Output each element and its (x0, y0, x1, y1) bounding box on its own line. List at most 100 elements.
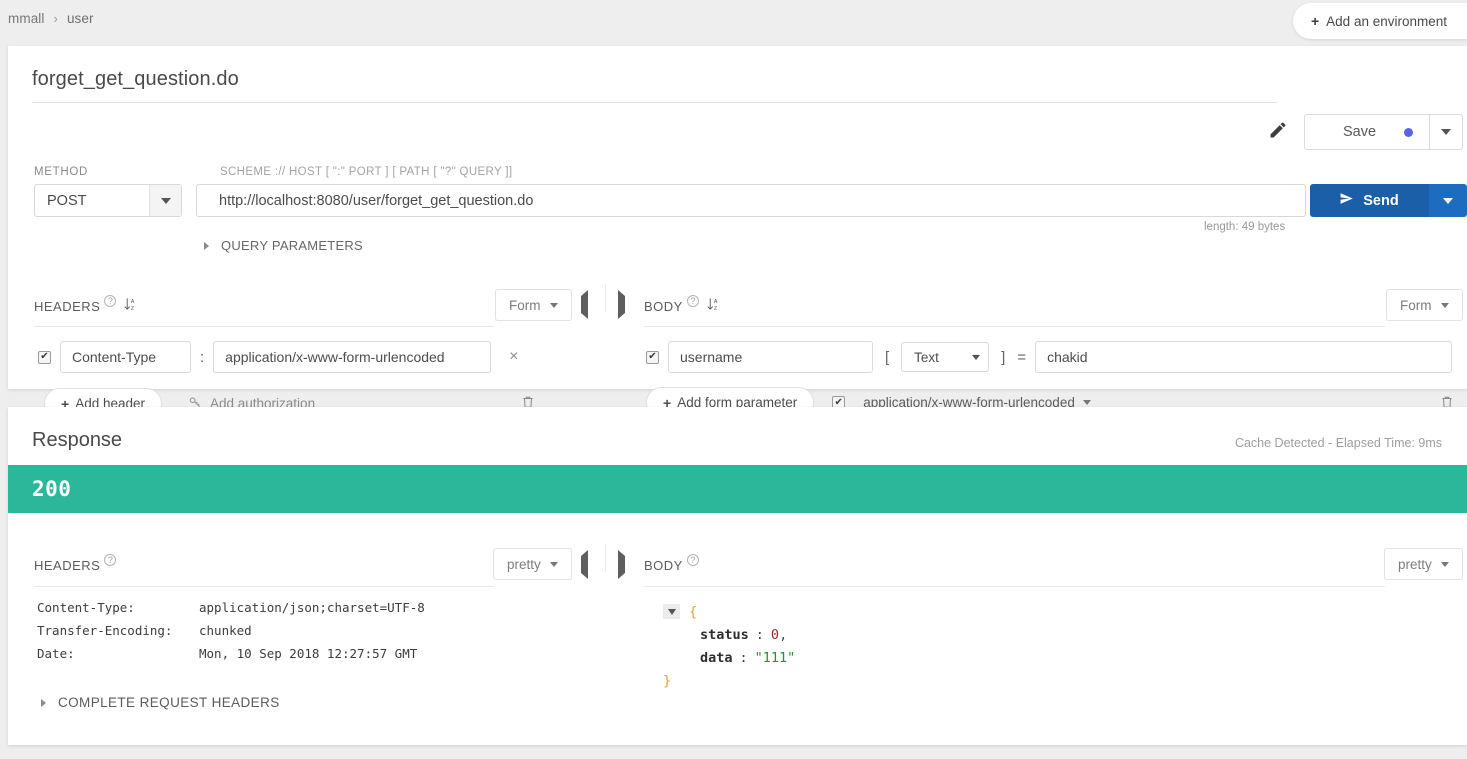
body-param-value-input[interactable]: chakid (1035, 341, 1453, 373)
response-body-mode-value: pretty (1398, 556, 1432, 572)
method-label: METHOD (34, 166, 89, 178)
plus-icon: + (1310, 13, 1320, 29)
response-headers-panel-header: HEADERS ? (34, 544, 117, 586)
chevron-down-icon (549, 561, 558, 567)
response-header-value: application/json;charset=UTF-8 (199, 600, 425, 615)
chevron-down-icon (1443, 197, 1453, 204)
header-enabled-checkbox[interactable]: ✔ (38, 350, 51, 364)
body-parameter-row: ✔ username [ Text ] = chakid × (646, 341, 1467, 373)
url-format-label: SCHEME :// HOST [ ":" PORT ] [ PATH [ "?… (220, 166, 513, 178)
body-param-enabled-checkbox[interactable]: ✔ (646, 350, 659, 364)
add-environment-button[interactable]: + Add an environment (1292, 3, 1467, 39)
chevron-down-icon (549, 302, 558, 308)
query-parameters-toggle[interactable]: QUERY PARAMETERS (204, 238, 363, 253)
send-dropdown-button[interactable] (1428, 184, 1467, 217)
breadcrumb-root[interactable]: mmall (8, 11, 45, 26)
response-collapse-left-button[interactable] (581, 550, 588, 579)
response-header-row: Content-Type: application/json;charset=U… (37, 596, 425, 619)
top-bar: mmall › user + Add an environment (0, 0, 1467, 40)
breadcrumb-current[interactable]: user (67, 11, 94, 26)
title-divider (32, 102, 1277, 103)
json-close-brace: } (663, 672, 672, 689)
body-param-type-select[interactable]: Text (901, 342, 990, 372)
method-dropdown-button[interactable] (149, 185, 181, 216)
request-headers-panel-header: HEADERS ? A Z (34, 285, 138, 327)
response-body-panel-header: BODY ? (644, 544, 699, 586)
response-body-title: BODY (644, 557, 683, 573)
help-icon[interactable]: ? (686, 295, 699, 307)
chevron-down-icon (1440, 561, 1449, 567)
chevron-right-icon (41, 698, 46, 707)
response-headers-title: HEADERS (34, 557, 101, 573)
save-dropdown-button[interactable] (1429, 115, 1462, 149)
request-body-title: BODY (644, 298, 683, 314)
response-headers-divider (34, 586, 494, 587)
unsaved-changes-dot (1404, 127, 1414, 137)
collapse-right-button[interactable] (618, 290, 625, 319)
send-button-group: Send (1310, 184, 1467, 217)
chevron-down-icon (160, 197, 171, 204)
header-row: ✔ Content-Type : application/x-www-form-… (38, 341, 519, 373)
collapse-left-button[interactable] (581, 290, 588, 319)
panel-divider (605, 284, 606, 312)
json-fold-toggle[interactable] (663, 604, 680, 619)
request-body-mode-select[interactable]: Form (1386, 289, 1463, 321)
json-key: status (700, 626, 749, 643)
status-code: 200 (32, 477, 72, 501)
header-value-input[interactable]: application/x-www-form-urlencoded (213, 341, 492, 373)
complete-request-headers-toggle[interactable]: COMPLETE REQUEST HEADERS (41, 695, 280, 710)
response-body-mode-select[interactable]: pretty (1384, 548, 1463, 580)
request-body-mode-value: Form (1400, 297, 1432, 313)
remove-header-button[interactable]: × (509, 348, 518, 366)
response-panel-divider (605, 544, 606, 572)
response-header-row: Date: Mon, 10 Sep 2018 12:27:57 GMT (37, 642, 425, 665)
help-icon[interactable]: ? (686, 554, 699, 566)
request-length: length: 49 bytes (1204, 221, 1286, 233)
json-value: "111" (754, 649, 796, 666)
send-button[interactable]: Send (1310, 184, 1428, 217)
body-param-name-input[interactable]: username (668, 341, 873, 373)
svg-text:A: A (131, 299, 135, 305)
close-bracket: ] (1001, 348, 1006, 366)
breadcrumb: mmall › user (8, 11, 94, 26)
json-key: data (700, 649, 733, 666)
json-close-line: } (663, 669, 795, 692)
response-card: Response Cache Detected - Elapsed Time: … (8, 407, 1467, 745)
json-value: 0 (770, 626, 780, 643)
help-icon[interactable]: ? (104, 295, 117, 307)
app-root: mmall › user + Add an environment forget… (0, 0, 1467, 759)
method-select[interactable]: POST (34, 184, 182, 217)
json-entry: data : "111" (663, 646, 795, 669)
chevron-left-icon (581, 290, 588, 319)
equals-sign: = (1017, 348, 1027, 366)
edit-pencil-icon[interactable] (1268, 120, 1288, 140)
response-header-value: chunked (199, 623, 252, 638)
response-status-bar: 200 (8, 465, 1467, 513)
response-headers-mode-select[interactable]: pretty (493, 548, 572, 580)
url-input[interactable]: http://localhost:8080/user/forget_get_qu… (196, 184, 1306, 217)
method-value: POST (47, 192, 87, 209)
response-collapse-right-button[interactable] (618, 550, 625, 579)
response-headers-mode-value: pretty (507, 556, 541, 572)
save-button[interactable]: Save (1305, 115, 1429, 149)
request-headers-divider (34, 326, 494, 327)
response-body-json: { status : 0 , data : "111" } (663, 600, 795, 692)
help-icon[interactable]: ? (104, 554, 117, 566)
request-headers-mode-select[interactable]: Form (495, 289, 572, 321)
request-body-panel-header: BODY ? A Z (644, 285, 721, 327)
send-label: Send (1363, 192, 1399, 209)
query-parameters-label: QUERY PARAMETERS (221, 238, 363, 253)
header-name-input[interactable]: Content-Type (60, 341, 191, 373)
response-cache-info: Cache Detected - Elapsed Time: 9ms (1234, 436, 1442, 450)
response-header-key: Date: (37, 646, 75, 661)
sort-az-icon[interactable]: A Z (123, 297, 138, 317)
sort-az-icon[interactable]: A Z (706, 297, 721, 317)
breadcrumb-separator-icon: › (53, 11, 58, 26)
json-colon: : (755, 626, 764, 643)
chevron-right-icon (618, 550, 625, 579)
chevron-down-icon (972, 354, 981, 360)
response-header-value: Mon, 10 Sep 2018 12:27:57 GMT (199, 646, 418, 661)
svg-text:Z: Z (714, 306, 718, 312)
chevron-down-icon (1440, 302, 1449, 308)
request-body-divider (644, 326, 1385, 327)
